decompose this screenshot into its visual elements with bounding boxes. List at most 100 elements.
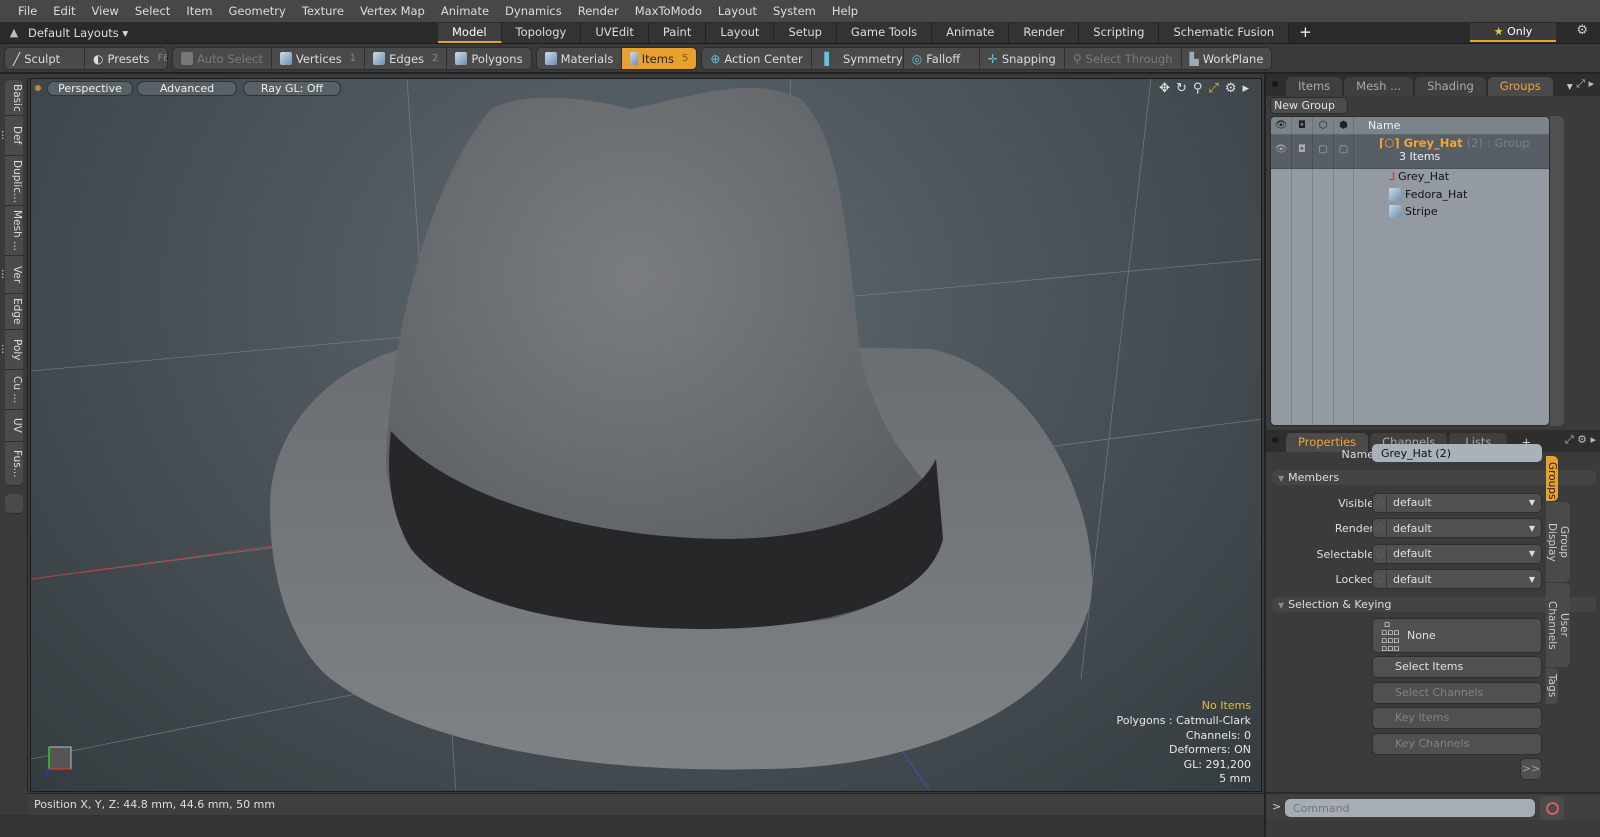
name-column-header[interactable]: Name — [1354, 119, 1400, 132]
list-item[interactable]: Stripe — [1271, 204, 1549, 222]
items-button[interactable]: Items 5 — [622, 48, 697, 69]
menu-render[interactable]: Render — [570, 4, 627, 18]
tab-schematic-fusion[interactable]: Schematic Fusion — [1159, 22, 1290, 43]
polygons-button[interactable]: Polygons — [447, 48, 530, 69]
side-tab-groups[interactable]: Groups — [1546, 456, 1558, 501]
tab-topology[interactable]: Topology — [501, 22, 582, 43]
key-items-button[interactable]: Key Items — [1372, 706, 1542, 729]
groups-panel-tabs: Items Mesh ... Shading Groups ▾ ⤢ ▸ — [1266, 74, 1600, 96]
tab-polygon[interactable]: Poly ... — [0, 330, 23, 370]
menu-animate[interactable]: Animate — [433, 4, 497, 18]
gear-icon[interactable]: ⚙ — [1576, 23, 1588, 38]
new-group-button[interactable]: New Group — [1270, 97, 1348, 114]
command-input[interactable] — [1285, 799, 1535, 817]
none-button[interactable]: ▫ ▫▫▫ ▫▫▫ ▫▫▫ None — [1372, 617, 1542, 653]
extra-tab[interactable] — [5, 494, 23, 514]
tab-game-tools[interactable]: Game Tools — [836, 22, 933, 43]
menu-view[interactable]: View — [84, 4, 127, 18]
tab-animate[interactable]: Animate — [932, 22, 1010, 43]
tab-setup[interactable]: Setup — [774, 22, 837, 43]
sculpt-button[interactable]: ╱ Sculpt — [5, 48, 85, 69]
group-select-toggle[interactable]: ▢ — [1313, 135, 1334, 168]
list-item[interactable]: Fedora_Hat — [1271, 186, 1549, 204]
menu-help[interactable]: Help — [824, 4, 866, 18]
tab-fusion[interactable]: Fus... — [5, 442, 23, 486]
tab-scripting[interactable]: Scripting — [1079, 22, 1160, 43]
menu-vertex-map[interactable]: Vertex Map — [352, 4, 433, 18]
menu-system[interactable]: System — [765, 4, 824, 18]
locked-dropdown[interactable]: ○ default ▼ — [1372, 569, 1542, 589]
list-item[interactable]: ⅃ Grey_Hat — [1271, 169, 1549, 187]
group-lock-toggle[interactable]: ▢ — [1334, 135, 1354, 168]
menu-dynamics[interactable]: Dynamics — [497, 4, 570, 18]
render-column-icon[interactable]: ◘ — [1292, 117, 1313, 134]
tab-mesh-edit[interactable]: Mesh ... — [5, 206, 23, 256]
side-tab-user-channels[interactable]: User Channels — [1546, 583, 1570, 667]
viewport-menu-dot[interactable] — [35, 85, 41, 91]
snapping-button[interactable]: ✛ Snapping — [980, 48, 1065, 69]
name-field[interactable]: Grey_Hat (2) — [1372, 444, 1542, 462]
side-tab-group-display[interactable]: Group Display — [1546, 502, 1570, 582]
visibility-column-icon[interactable]: 👁 — [1271, 117, 1292, 134]
action-center-button[interactable]: ⊕ Action Center — [702, 48, 812, 69]
render-dropdown[interactable]: ○ default ▼ — [1372, 518, 1542, 538]
panel-menu-dot[interactable] — [1272, 81, 1278, 87]
tab-shading[interactable]: Shading — [1415, 77, 1486, 96]
materials-button[interactable]: Materials — [537, 48, 623, 69]
tab-render[interactable]: Render — [1009, 22, 1080, 43]
falloff-button[interactable]: ◎ Falloff — [904, 48, 980, 69]
tab-edge[interactable]: Edge — [5, 294, 23, 330]
menu-maxtomodo[interactable]: MaxToModo — [627, 4, 710, 18]
shading-mode-button[interactable]: Advanced — [137, 80, 237, 96]
menu-item[interactable]: Item — [178, 4, 220, 18]
symmetry-button[interactable]: ▐ Symmetry — [812, 48, 904, 69]
selectable-dropdown[interactable]: ○ default ▼ — [1372, 543, 1542, 564]
record-macro-button[interactable] — [1540, 796, 1564, 820]
view-mode-button[interactable]: Perspective — [47, 80, 133, 96]
key-channels-button[interactable]: Key Channels — [1372, 732, 1542, 755]
edges-button[interactable]: Edges 2 — [365, 48, 448, 69]
layout-selector[interactable]: Default Layouts ▾ — [28, 26, 438, 40]
presets-button[interactable]: ◐PresetsF6 — [85, 48, 167, 69]
auto-select-button[interactable]: Auto Select — [173, 48, 272, 69]
collapse-up-icon[interactable]: ▲ — [0, 26, 28, 39]
group-list-scrollbar[interactable] — [1550, 116, 1564, 426]
tab-vertex[interactable]: Ver ... — [0, 256, 23, 294]
more-button[interactable]: >> — [1520, 757, 1542, 780]
menu-file[interactable]: File — [10, 4, 45, 18]
tab-items[interactable]: Items — [1286, 77, 1343, 96]
workplane-button[interactable]: ▙ WorkPlane — [1182, 48, 1272, 69]
tab-uvedit[interactable]: UVEdit — [581, 22, 649, 43]
tab-model[interactable]: Model — [438, 22, 502, 43]
tab-basic[interactable]: Basic — [5, 80, 23, 116]
tab-curve[interactable]: Cu ... — [5, 370, 23, 410]
3d-viewport[interactable]: Perspective Advanced Ray GL: Off ✥ ↻ ⚲ ⤢… — [30, 78, 1262, 792]
side-tab-tags[interactable]: Tags — [1546, 668, 1558, 704]
tab-groups[interactable]: Groups — [1487, 77, 1553, 96]
menu-select[interactable]: Select — [127, 4, 178, 18]
tab-uv[interactable]: UV — [5, 410, 23, 442]
vertices-button[interactable]: Vertices 1 — [272, 48, 366, 69]
select-channels-button[interactable]: Select Channels — [1372, 681, 1542, 704]
tab-paint[interactable]: Paint — [648, 22, 707, 43]
menu-geometry[interactable]: Geometry — [221, 4, 294, 18]
tab-layout[interactable]: Layout — [706, 22, 775, 43]
select-column-icon[interactable]: ⬡ — [1313, 117, 1334, 134]
raygl-button[interactable]: Ray GL: Off — [243, 80, 341, 96]
tab-deform[interactable]: Def ... — [0, 116, 23, 156]
menu-layout[interactable]: Layout — [710, 4, 765, 18]
tab-mesh[interactable]: Mesh ... — [1344, 77, 1414, 96]
menu-texture[interactable]: Texture — [294, 4, 352, 18]
menu-edit[interactable]: Edit — [45, 4, 83, 18]
only-button[interactable]: ★ Only — [1470, 23, 1556, 42]
add-tab-icon[interactable]: + — [1289, 23, 1322, 43]
group-render-toggle[interactable]: ◘ — [1292, 135, 1313, 168]
panel-expand-icon[interactable]: ⤢ ▸ — [1576, 77, 1594, 91]
group-row[interactable]: 👁 ◘ ▢ ▢ ⌈⬡⌉ Grey_Hat (2) : Group 3 Items — [1271, 135, 1549, 169]
lock-column-icon[interactable]: ⬢ — [1334, 117, 1354, 134]
group-visibility-toggle[interactable]: 👁 — [1271, 135, 1292, 168]
tab-duplicate[interactable]: Duplic... — [5, 156, 23, 206]
select-items-button[interactable]: Select Items — [1372, 655, 1542, 678]
select-through-button[interactable]: ⚲ Select Through — [1065, 48, 1182, 69]
visible-dropdown[interactable]: ○ default ▼ — [1372, 492, 1542, 513]
